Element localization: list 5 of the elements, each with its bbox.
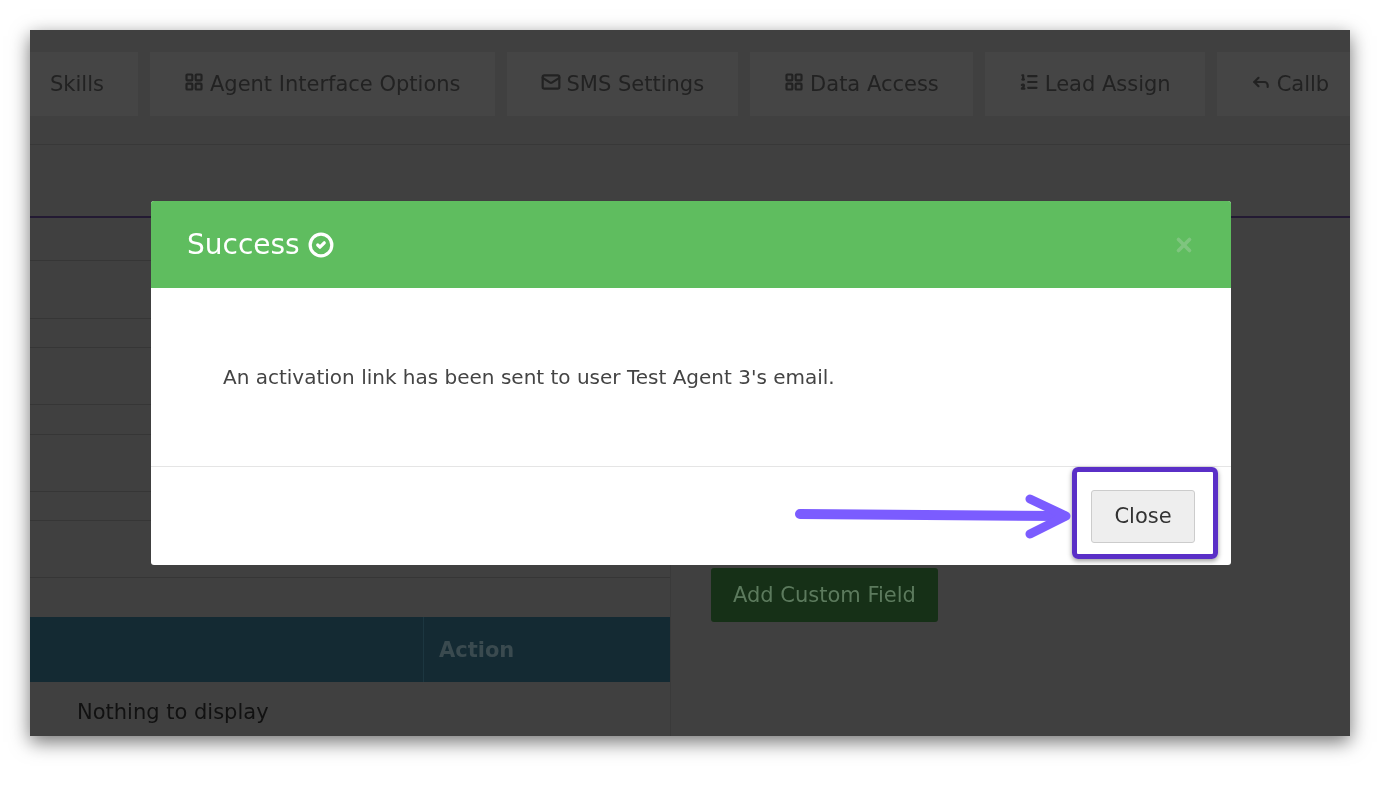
close-button[interactable]: Close (1091, 489, 1195, 543)
check-circle-icon (307, 231, 334, 258)
dialog-message: An activation link has been sent to user Test Agent 3's email. (223, 365, 835, 389)
add-custom-field-button[interactable]: Add Custom Field (711, 568, 938, 622)
dialog-title: Success (187, 228, 300, 261)
